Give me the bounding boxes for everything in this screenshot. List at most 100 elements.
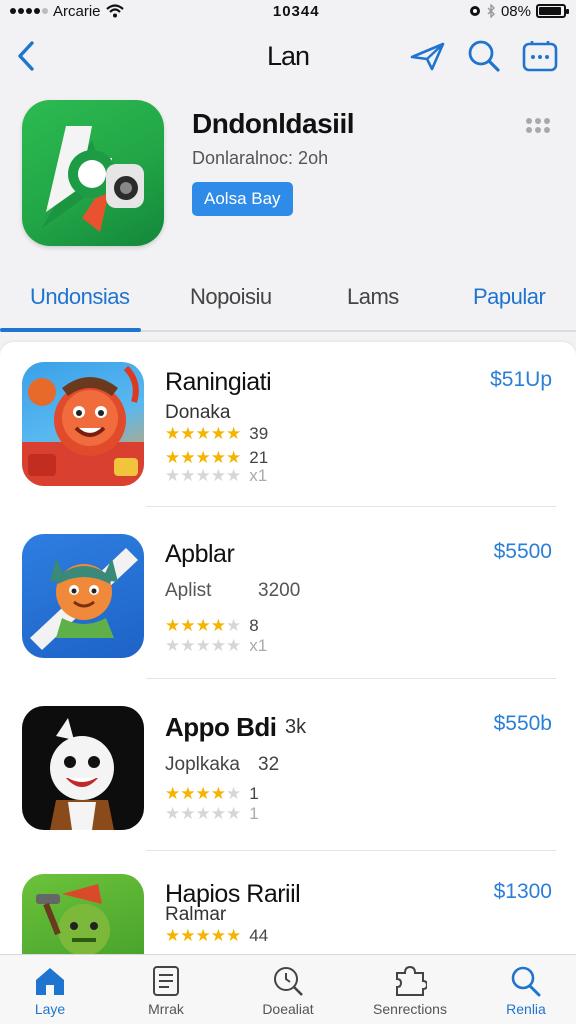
star-icon: ★ xyxy=(195,448,211,467)
back-button[interactable] xyxy=(8,36,44,76)
send-icon xyxy=(410,42,445,71)
row-app-name: Raningiati xyxy=(165,368,272,396)
status-right: 08% xyxy=(469,2,569,20)
star-icon: ★ xyxy=(165,926,181,945)
star-icon: ★ xyxy=(180,448,196,467)
goblin-character-icon xyxy=(36,884,110,954)
battery-percent: 08% xyxy=(500,2,531,20)
list-item[interactable]: Apblar Aplist 3200 $5500 ★★★★★ 8 ★★★★★ x1 xyxy=(0,514,576,679)
star-icon: ★ xyxy=(226,804,242,823)
row-app-name: Apblar xyxy=(165,540,235,568)
star-icon: ★ xyxy=(180,784,196,803)
row-price-button[interactable]: $51Up xyxy=(490,368,552,392)
tab-bar-item-puzzle[interactable]: Senrections xyxy=(360,961,460,1023)
more-options-icon[interactable] xyxy=(526,118,550,133)
star-icon: ★ xyxy=(195,804,211,823)
row-divider xyxy=(146,506,556,507)
star-icon: ★ xyxy=(180,636,196,655)
tab-1[interactable]: Nopoisiu xyxy=(190,284,272,310)
rating-stars: ★★★★★ x1 xyxy=(165,466,267,486)
app-list: Raningiati Donaka $51Up ★★★★★ 39 ★★★★★ 21 … xyxy=(0,342,576,954)
star-icon: ★ xyxy=(180,466,196,485)
row-app-icon xyxy=(22,362,144,486)
share-button[interactable] xyxy=(408,36,448,76)
rating-count: 44 xyxy=(249,926,269,945)
tab-bar-label: Doealiat xyxy=(262,1001,314,1017)
ghost-character-icon xyxy=(50,718,114,830)
tab-bar-label: Mrrak xyxy=(148,1001,184,1017)
document-icon xyxy=(153,966,179,996)
app-icon[interactable] xyxy=(22,100,164,246)
row-divider xyxy=(146,850,556,851)
list-item[interactable]: Appo Bdi 3k Joplkaka 32 $550b ★★★★★ 1 ★★★… xyxy=(0,686,576,851)
star-icon: ★ xyxy=(165,804,181,823)
row-price-button[interactable]: $550b xyxy=(494,712,552,736)
segment-tabs: Undonsias Nopoisiu Lams Papular xyxy=(0,270,576,332)
row-app-icon xyxy=(22,874,144,954)
list-item[interactable]: Hapios Rariil Ralmar $1300 ★★★★★ 44 xyxy=(0,854,576,954)
carrier-label: Arcarie xyxy=(53,2,101,20)
row-app-subtitle: Aplist xyxy=(165,580,212,601)
menu-button[interactable] xyxy=(520,36,560,76)
star-icon: ★ xyxy=(195,636,211,655)
clock-search-icon xyxy=(274,967,303,996)
tab-bar-item-search[interactable]: Renlia xyxy=(476,961,576,1023)
star-icon: ★ xyxy=(165,424,181,443)
puzzle-icon xyxy=(396,965,427,996)
rating-count: 39 xyxy=(249,424,269,443)
tab-bar-label: Senrections xyxy=(373,1001,447,1017)
row-app-name: Appo Bdi xyxy=(165,712,277,742)
row-price-button[interactable]: $1300 xyxy=(494,880,552,904)
location-icon xyxy=(469,6,480,16)
search-button[interactable] xyxy=(464,36,504,76)
tab-0[interactable]: Undonsias xyxy=(30,284,130,310)
tab-bar-item-clock[interactable]: Doealiat xyxy=(238,961,338,1023)
rating-stars: ★★★★★ 39 xyxy=(165,424,268,444)
rating-count: x1 xyxy=(249,636,268,655)
rating-stars: ★★★★★ 21 xyxy=(165,448,268,468)
star-icon: ★ xyxy=(210,616,226,635)
star-icon: ★ xyxy=(165,784,181,803)
star-icon: ★ xyxy=(195,784,211,803)
navigation-bar: Lan xyxy=(0,28,576,84)
rating-count: 8 xyxy=(249,616,259,635)
star-icon: ★ xyxy=(195,424,211,443)
row-price-button[interactable]: $5500 xyxy=(494,540,552,564)
star-icon: ★ xyxy=(180,616,196,635)
star-icon: ★ xyxy=(180,804,196,823)
star-icon: ★ xyxy=(226,466,242,485)
row-app-size: 32 xyxy=(258,754,280,775)
app-subtitle: Donlaralnoc: 2oh xyxy=(192,148,329,168)
row-app-subtitle: Donaka xyxy=(165,402,231,423)
star-icon: ★ xyxy=(195,466,211,485)
tab-bar-item-document[interactable]: Mrrak xyxy=(116,961,216,1023)
rating-stars: ★★★★★ x1 xyxy=(165,636,267,656)
rating-stars: ★★★★★ 1 xyxy=(165,804,259,824)
tab-3[interactable]: Papular xyxy=(473,284,546,310)
tab-bar-label: Renlia xyxy=(506,1001,546,1017)
list-item[interactable]: Raningiati Donaka $51Up ★★★★★ 39 ★★★★★ 21 … xyxy=(0,342,576,507)
star-icon: ★ xyxy=(180,424,196,443)
battery-icon xyxy=(535,4,569,18)
star-icon: ★ xyxy=(180,926,196,945)
star-icon: ★ xyxy=(210,466,226,485)
tab-2[interactable]: Lams xyxy=(347,284,399,310)
row-app-name-extra: 3k xyxy=(285,716,307,738)
get-button[interactable]: Aolsa Bay xyxy=(192,182,293,216)
app-name: Dndonldasiil xyxy=(192,108,355,139)
star-icon: ★ xyxy=(210,804,226,823)
home-icon xyxy=(36,968,64,995)
row-app-subtitle: Joplkaka xyxy=(165,754,240,775)
row-app-icon xyxy=(22,534,144,658)
rating-count: 1 xyxy=(249,804,259,823)
wifi-icon xyxy=(105,4,124,18)
tab-bar-item-home[interactable]: Laye xyxy=(0,961,100,1023)
app-header: Dndonldasiil Donlaralnoc: 2oh Aolsa Bay xyxy=(0,96,576,256)
rating-stars: ★★★★★ 44 xyxy=(165,926,268,946)
star-icon: ★ xyxy=(226,424,242,443)
tab-bar-label: Laye xyxy=(34,1001,66,1017)
cat-character-icon xyxy=(30,548,138,650)
star-icon: ★ xyxy=(195,926,211,945)
star-icon: ★ xyxy=(165,466,181,485)
search-icon xyxy=(511,966,541,997)
